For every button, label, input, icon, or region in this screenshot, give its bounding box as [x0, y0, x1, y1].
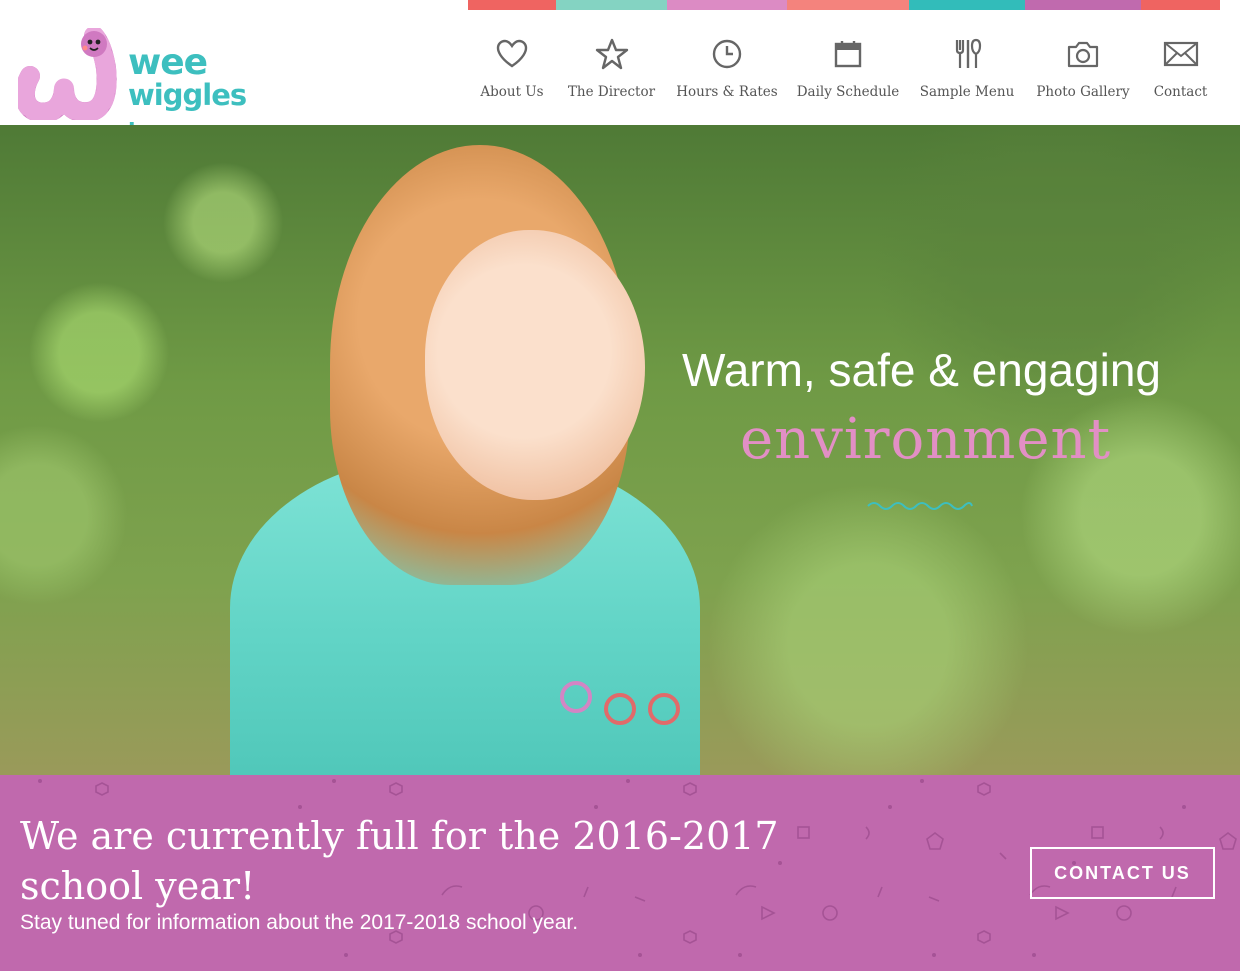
nav-item-photo-gallery[interactable]: Photo Gallery: [1025, 36, 1141, 100]
nav-item-the-director[interactable]: The Director: [556, 36, 667, 100]
envelope-icon: [1163, 36, 1199, 72]
contact-us-button[interactable]: CONTACT US: [1030, 847, 1215, 899]
star-icon: [594, 36, 630, 72]
hero-headline: Warm, safe & engaging: [682, 344, 1161, 396]
nav-item-daily-schedule[interactable]: Daily Schedule: [787, 36, 909, 100]
banner-headline: We are currently full for the 2016-2017 …: [20, 814, 779, 908]
worm-mascot-icon: [18, 28, 117, 120]
camera-icon: [1065, 36, 1101, 72]
heart-icon: [494, 36, 530, 72]
nav-label: Hours & Rates: [676, 84, 778, 100]
hero-photo-child-face: [425, 230, 645, 500]
main-nav: About Us The Director Hours & Rates Dail…: [468, 36, 1220, 100]
slider-dot-2[interactable]: [604, 693, 636, 725]
wave-divider-icon: [867, 502, 973, 510]
nav-label: Sample Menu: [919, 84, 1015, 100]
enrollment-banner: We are currently full for the 2016-2017 …: [0, 775, 1240, 971]
nav-item-contact[interactable]: Contact: [1141, 36, 1220, 100]
nav-item-about-us[interactable]: About Us: [468, 36, 556, 100]
slider-dot-3[interactable]: [648, 693, 680, 725]
logo-wordmark-wiggles-text: wiggles: [128, 78, 247, 112]
nav-label: About Us: [480, 84, 544, 100]
site-logo[interactable]: wee wiggles inc.: [18, 28, 288, 145]
color-stripe: [468, 0, 1220, 10]
slider-dot-1[interactable]: [560, 681, 592, 713]
calendar-icon: [830, 36, 866, 72]
utensils-icon: [949, 36, 985, 72]
banner-subtext: Stay tuned for information about the 201…: [20, 911, 579, 934]
nav-label: Photo Gallery: [1036, 84, 1130, 100]
slider-pagination: [560, 681, 680, 725]
nav-label: Contact: [1153, 84, 1208, 100]
clock-icon: [709, 36, 745, 72]
nav-label: Daily Schedule: [796, 84, 900, 100]
nav-item-hours-rates[interactable]: Hours & Rates: [667, 36, 787, 100]
hero-headline-accent: environment: [740, 407, 1112, 472]
nav-label: The Director: [567, 84, 656, 100]
nav-item-sample-menu[interactable]: Sample Menu: [909, 36, 1025, 100]
logo-wordmark-wee: wee: [128, 42, 208, 83]
site-header: wee wiggles inc. About Us The Director H…: [0, 0, 1240, 145]
hero-slider: Warm, safe & engaging environment: [0, 125, 1240, 775]
